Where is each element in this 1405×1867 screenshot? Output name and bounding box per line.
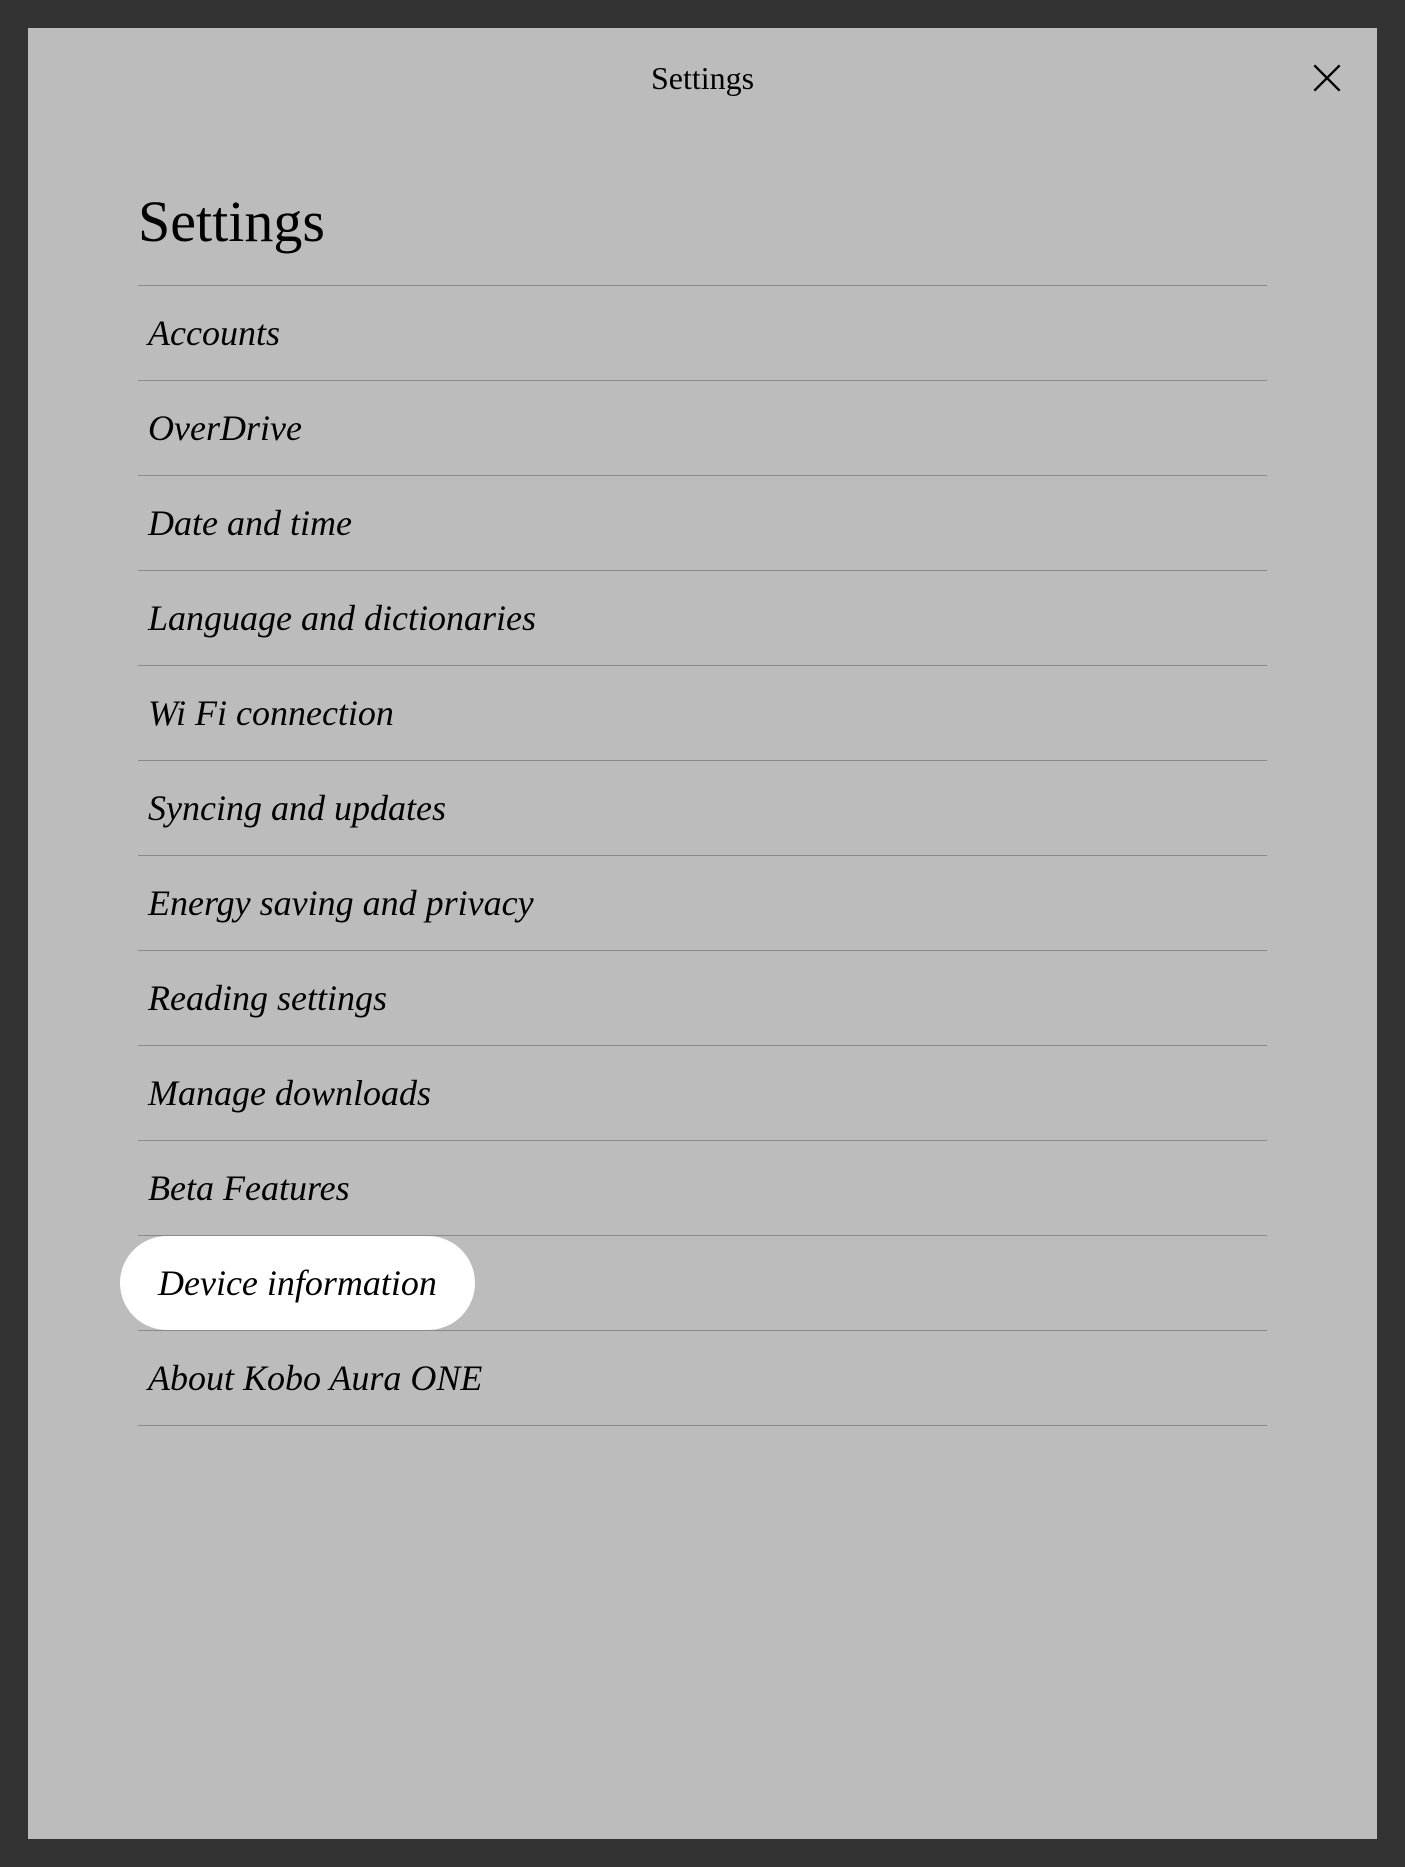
close-button[interactable] <box>1307 58 1347 98</box>
header-bar: Settings <box>28 28 1377 128</box>
settings-item-accounts[interactable]: Accounts <box>138 285 1267 380</box>
settings-item-about-kobo-aura-one[interactable]: About Kobo Aura ONE <box>138 1330 1267 1426</box>
settings-item-wi-fi-connection[interactable]: Wi Fi connection <box>138 665 1267 760</box>
settings-item-device-information[interactable]: Device information <box>138 1235 1267 1330</box>
settings-item-overdrive[interactable]: OverDrive <box>138 380 1267 475</box>
settings-item-label: Accounts <box>138 286 290 380</box>
settings-item-reading-settings[interactable]: Reading settings <box>138 950 1267 1045</box>
settings-item-label: Device information <box>120 1236 475 1330</box>
settings-item-label: Date and time <box>138 476 362 570</box>
settings-item-label: Reading settings <box>138 951 397 1045</box>
settings-list: AccountsOverDriveDate and timeLanguage a… <box>138 285 1267 1426</box>
settings-item-syncing-and-updates[interactable]: Syncing and updates <box>138 760 1267 855</box>
settings-item-label: Wi Fi connection <box>138 666 404 760</box>
page-title: Settings <box>138 188 1267 285</box>
settings-item-date-and-time[interactable]: Date and time <box>138 475 1267 570</box>
header-title: Settings <box>651 60 754 97</box>
settings-item-label: About Kobo Aura ONE <box>138 1331 492 1425</box>
settings-item-label: OverDrive <box>138 381 312 475</box>
settings-item-beta-features[interactable]: Beta Features <box>138 1140 1267 1235</box>
settings-window: Settings Settings AccountsOverDriveDate … <box>28 28 1377 1839</box>
settings-item-manage-downloads[interactable]: Manage downloads <box>138 1045 1267 1140</box>
settings-item-label: Energy saving and privacy <box>138 856 544 950</box>
settings-item-label: Syncing and updates <box>138 761 456 855</box>
settings-item-language-and-dictionaries[interactable]: Language and dictionaries <box>138 570 1267 665</box>
close-icon <box>1308 59 1346 97</box>
content-area: Settings AccountsOverDriveDate and timeL… <box>28 128 1377 1426</box>
settings-item-label: Manage downloads <box>138 1046 441 1140</box>
settings-item-label: Language and dictionaries <box>138 571 546 665</box>
settings-item-label: Beta Features <box>138 1141 360 1235</box>
settings-item-energy-saving-and-privacy[interactable]: Energy saving and privacy <box>138 855 1267 950</box>
